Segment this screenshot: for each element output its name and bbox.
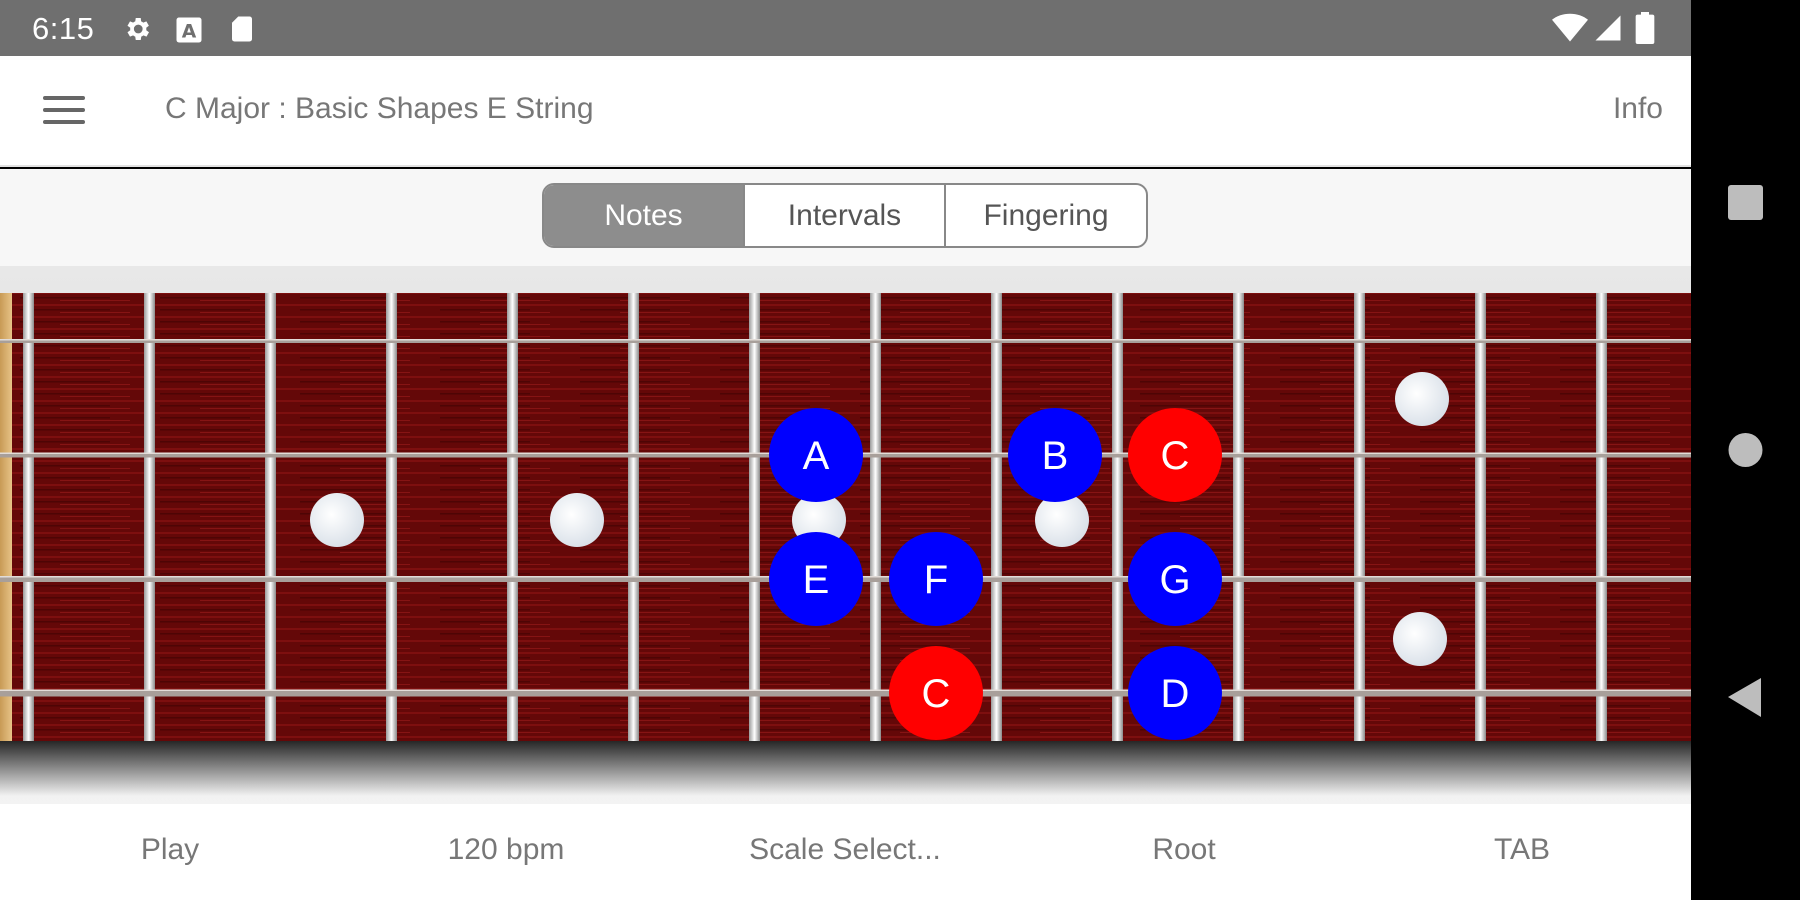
info-button[interactable]: Info bbox=[1613, 92, 1663, 126]
note-label: E bbox=[803, 558, 830, 602]
fret-3 bbox=[265, 293, 276, 741]
status-time: 6:15 bbox=[32, 11, 95, 46]
note-label: C bbox=[1161, 434, 1190, 478]
back-triangle-icon[interactable] bbox=[1691, 659, 1800, 739]
fret-2 bbox=[144, 293, 155, 741]
wifi-icon bbox=[1552, 13, 1588, 42]
fret-8 bbox=[870, 293, 881, 741]
fret-7 bbox=[749, 293, 760, 741]
fretboard: A B C E F G C D bbox=[0, 293, 1691, 796]
fret-4 bbox=[386, 293, 397, 741]
note-marker-f-5[interactable]: F bbox=[889, 532, 983, 626]
tab-notes[interactable]: Notes bbox=[544, 185, 745, 246]
text-a-icon: A bbox=[176, 17, 202, 43]
note-label: A bbox=[803, 434, 830, 478]
string-highlight-4 bbox=[0, 689, 1691, 691]
note-label: F bbox=[924, 558, 948, 602]
fret-14 bbox=[1596, 293, 1607, 741]
fretboard-area: A B C E F G C D bbox=[0, 266, 1691, 804]
note-marker-g-6[interactable]: G bbox=[1128, 532, 1222, 626]
signal-icon bbox=[1595, 15, 1621, 41]
note-label: C bbox=[922, 672, 951, 716]
fret-10 bbox=[1112, 293, 1123, 741]
note-marker-e-4[interactable]: E bbox=[769, 532, 863, 626]
status-bar: 6:15 A bbox=[0, 0, 1691, 56]
root-button[interactable]: Root bbox=[1152, 833, 1215, 867]
view-mode-segmented-control: Notes Intervals Fingering bbox=[542, 183, 1148, 248]
home-circle-icon[interactable] bbox=[1691, 410, 1800, 490]
fret-inlay-2 bbox=[550, 493, 604, 547]
fretboard-shadow bbox=[0, 741, 1691, 796]
fret-11 bbox=[1233, 293, 1244, 741]
scale-select-button[interactable]: Scale Select... bbox=[749, 833, 941, 867]
view-mode-area: Notes Intervals Fingering bbox=[0, 169, 1691, 266]
svg-text:A: A bbox=[182, 22, 197, 43]
nut bbox=[0, 293, 12, 741]
string-highlight-1 bbox=[0, 339, 1691, 341]
fret-12 bbox=[1354, 293, 1365, 741]
fret-1 bbox=[23, 293, 34, 741]
note-marker-d-8[interactable]: D bbox=[1128, 646, 1222, 740]
note-marker-a-1[interactable]: A bbox=[769, 408, 863, 502]
hamburger-menu-icon[interactable] bbox=[34, 84, 94, 136]
sd-card-icon bbox=[232, 16, 252, 42]
note-label: D bbox=[1161, 672, 1190, 716]
fret-9 bbox=[991, 293, 1002, 741]
tempo-button[interactable]: 120 bpm bbox=[448, 833, 565, 867]
page-title: C Major : Basic Shapes E String bbox=[165, 92, 594, 125]
recents-square-icon[interactable] bbox=[1691, 163, 1800, 243]
app-bar: C Major : Basic Shapes E String Info bbox=[0, 56, 1691, 167]
fret-inlay-6 bbox=[1393, 612, 1447, 666]
tab-button[interactable]: TAB bbox=[1494, 833, 1550, 867]
note-label: G bbox=[1159, 558, 1190, 602]
note-marker-c-7[interactable]: C bbox=[889, 646, 983, 740]
note-label: B bbox=[1042, 434, 1069, 478]
fret-6 bbox=[628, 293, 639, 741]
note-marker-c-3[interactable]: C bbox=[1128, 408, 1222, 502]
play-button[interactable]: Play bbox=[141, 833, 199, 867]
fret-inlay-1 bbox=[310, 493, 364, 547]
bottom-toolbar: Play 120 bpm Scale Select... Root TAB bbox=[0, 804, 1691, 900]
fret-inlay-5 bbox=[1395, 372, 1449, 426]
fret-5 bbox=[507, 293, 518, 741]
fret-13 bbox=[1475, 293, 1486, 741]
settings-icon bbox=[127, 18, 149, 40]
battery-icon bbox=[1635, 12, 1655, 44]
navigation-bar bbox=[1691, 0, 1800, 900]
tab-intervals[interactable]: Intervals bbox=[745, 185, 946, 246]
note-marker-b-2[interactable]: B bbox=[1008, 408, 1102, 502]
tab-fingering[interactable]: Fingering bbox=[946, 185, 1146, 246]
